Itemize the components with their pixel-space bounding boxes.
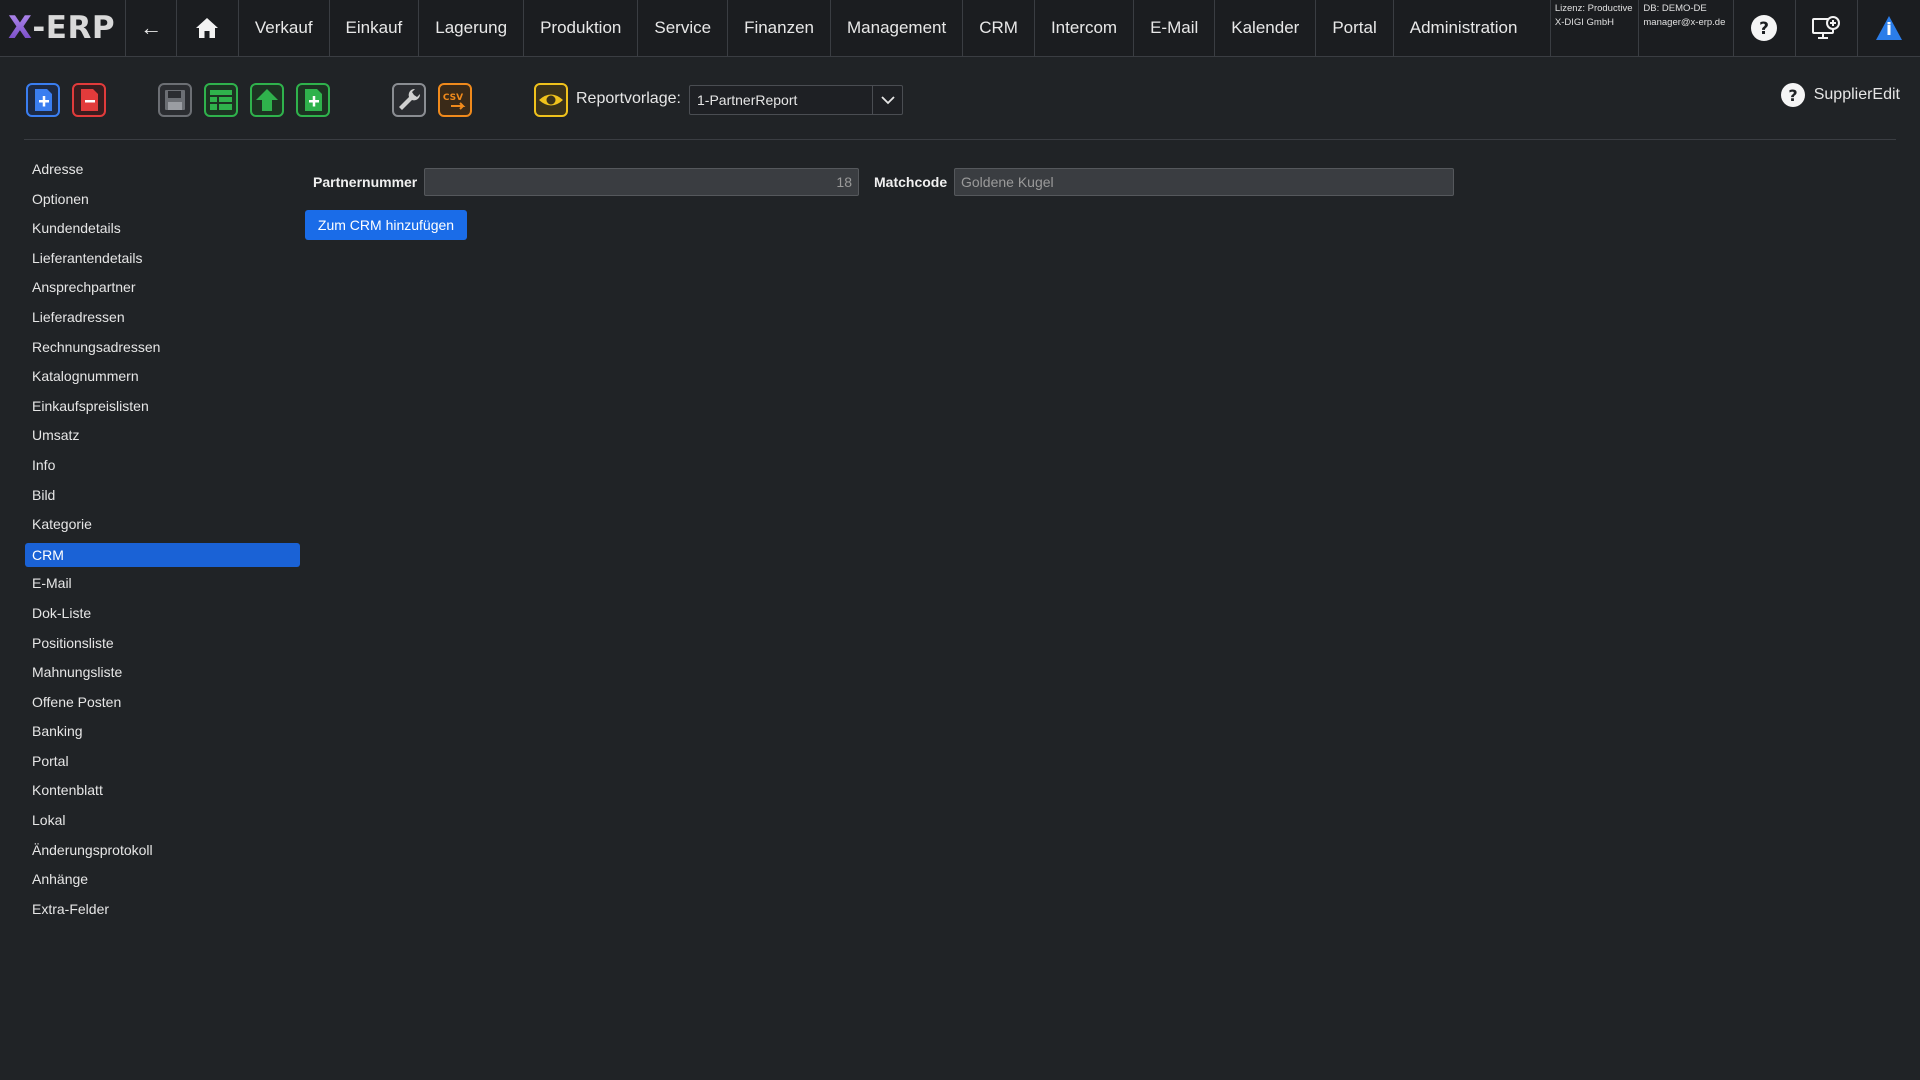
db-line: DB: DEMO-DE	[1643, 3, 1707, 14]
matchcode-value: Goldene Kugel	[961, 174, 1054, 190]
sidebar-item-aenderungsprotokoll[interactable]: Änderungsprotokoll	[25, 836, 300, 866]
sidebar-item-lokal[interactable]: Lokal	[25, 806, 300, 836]
info-button[interactable]	[1858, 0, 1920, 56]
back-arrow-icon: ←	[140, 15, 163, 40]
nav-portal[interactable]: Portal	[1316, 0, 1394, 56]
sidebar-item-lieferantendetails[interactable]: Lieferantendetails	[25, 244, 300, 274]
sidebar-item-lieferadressen[interactable]: Lieferadressen	[25, 303, 300, 333]
nav-crm[interactable]: CRM	[963, 0, 1035, 56]
help-button[interactable]: ?	[1734, 0, 1796, 56]
matchcode-label: Matchcode	[874, 174, 948, 190]
back-button[interactable]: ←	[126, 0, 177, 56]
toolbar-divider	[24, 139, 1896, 140]
sidebar-item-mahnungsliste[interactable]: Mahnungsliste	[25, 658, 300, 688]
partnernummer-value: 18	[836, 174, 852, 190]
nav-service[interactable]: Service	[638, 0, 729, 56]
sidebar-item-ansprechpartner[interactable]: Ansprechpartner	[25, 273, 300, 303]
report-template-value: 1-PartnerReport	[697, 92, 798, 108]
remote-screen-button[interactable]	[1796, 0, 1858, 56]
sidebar-item-crm[interactable]: CRM	[25, 542, 300, 567]
home-icon	[196, 18, 219, 38]
sidebar-item-info[interactable]: Info	[25, 451, 300, 481]
delete-document-button[interactable]	[71, 82, 107, 118]
svg-text:?: ?	[1788, 86, 1797, 105]
partnernummer-field[interactable]: 18	[424, 168, 859, 196]
sidebar-item-bild[interactable]: Bild	[25, 481, 300, 511]
svg-text:?: ?	[1759, 19, 1769, 39]
help-icon: ?	[1751, 15, 1778, 41]
eye-icon	[534, 83, 568, 117]
license-line: Lizenz: Productive	[1554, 3, 1633, 14]
upload-home-icon	[250, 83, 284, 117]
report-template-label: Reportvorlage:	[576, 90, 681, 107]
table-view-button[interactable]	[203, 82, 239, 118]
partnernummer-label: Partnernummer	[313, 174, 418, 190]
db-info: DB: DEMO-DE manager@x-erp.de	[1639, 0, 1734, 56]
warning-info-icon	[1875, 16, 1902, 40]
sidebar-item-katalognummern[interactable]: Katalognummern	[25, 362, 300, 392]
wrench-icon	[392, 83, 426, 117]
sidebar-item-umsatz[interactable]: Umsatz	[25, 421, 300, 451]
csv-icon: CSV	[438, 83, 472, 117]
upload-button[interactable]	[249, 82, 285, 118]
sidebar-item-rechnungsadressen[interactable]: Rechnungsadressen	[25, 333, 300, 363]
report-template-select[interactable]: 1-PartnerReport	[689, 85, 903, 115]
sidebar-item-optionen[interactable]: Optionen	[25, 185, 300, 215]
user-line: manager@x-erp.de	[1643, 17, 1726, 28]
home-button[interactable]	[177, 0, 239, 56]
csv-export-button[interactable]: CSV	[437, 82, 473, 118]
sidebar-item-kundendetails[interactable]: Kundendetails	[25, 214, 300, 244]
svg-text:CSV: CSV	[443, 93, 463, 103]
new-document-button[interactable]	[25, 82, 61, 118]
add-to-crm-button[interactable]: Zum CRM hinzufügen	[305, 210, 467, 240]
table-icon	[204, 83, 238, 117]
settings-button[interactable]	[391, 82, 427, 118]
add-page-button[interactable]	[295, 82, 331, 118]
nav-management[interactable]: Management	[831, 0, 964, 56]
monitor-add-icon	[1812, 16, 1841, 39]
sidebar-item-portal[interactable]: Portal	[25, 747, 300, 777]
nav-einkauf[interactable]: Einkauf	[330, 0, 420, 56]
sidebar-item-adresse[interactable]: Adresse	[25, 155, 300, 185]
company-line: X-DIGI GmbH	[1554, 17, 1614, 28]
matchcode-field[interactable]: Goldene Kugel	[954, 168, 1454, 196]
help-icon: ?	[1780, 83, 1805, 107]
sidebar-item-dok-liste[interactable]: Dok-Liste	[25, 599, 300, 629]
save-icon	[158, 83, 192, 117]
nav-lagerung[interactable]: Lagerung	[419, 0, 525, 56]
nav-email[interactable]: E-Mail	[1134, 0, 1216, 56]
sidebar-item-positionsliste[interactable]: Positionsliste	[25, 629, 300, 659]
chevron-down-icon	[872, 86, 902, 114]
supplier-edit-help[interactable]: ? SupplierEdit	[1780, 82, 1900, 108]
app-logo[interactable]: X -ERP	[0, 0, 127, 56]
sidebar-item-einkaufspreislisten[interactable]: Einkaufspreislisten	[25, 392, 300, 422]
new-document-icon	[26, 83, 60, 117]
save-button[interactable]	[157, 82, 193, 118]
sidebar-item-extra-felder[interactable]: Extra-Felder	[25, 895, 300, 925]
nav-verkauf[interactable]: Verkauf	[239, 0, 330, 56]
sidebar-item-anhaenge[interactable]: Anhänge	[25, 865, 300, 895]
logo-text: -ERP	[32, 10, 116, 46]
supplier-edit-label: SupplierEdit	[1813, 86, 1900, 103]
logo-x: X	[8, 10, 33, 46]
nav-administration[interactable]: Administration	[1394, 0, 1551, 56]
sidebar-item-email[interactable]: E-Mail	[25, 569, 300, 599]
sidebar-item-kategorie[interactable]: Kategorie	[25, 510, 300, 540]
nav-finanzen[interactable]: Finanzen	[728, 0, 831, 56]
sidebar-item-banking[interactable]: Banking	[25, 717, 300, 747]
license-info: Lizenz: Productive X-DIGI GmbH	[1551, 0, 1640, 56]
nav-intercom[interactable]: Intercom	[1035, 0, 1135, 56]
toolbar: CSV Reportvorlage: 1-PartnerReport ? Sup…	[0, 80, 1920, 120]
sidebar-item-offene-posten[interactable]: Offene Posten	[25, 688, 300, 718]
sidebar: Adresse Optionen Kundendetails Lieferant…	[25, 155, 300, 924]
sidebar-item-kontenblatt[interactable]: Kontenblatt	[25, 776, 300, 806]
preview-button[interactable]	[533, 82, 569, 118]
nav-kalender[interactable]: Kalender	[1215, 0, 1317, 56]
add-page-icon	[296, 83, 330, 117]
delete-document-icon	[72, 83, 106, 117]
nav-produktion[interactable]: Produktion	[524, 0, 639, 56]
top-navigation: X -ERP ← Verkauf Einkauf Lagerung Produkt…	[0, 0, 1920, 57]
